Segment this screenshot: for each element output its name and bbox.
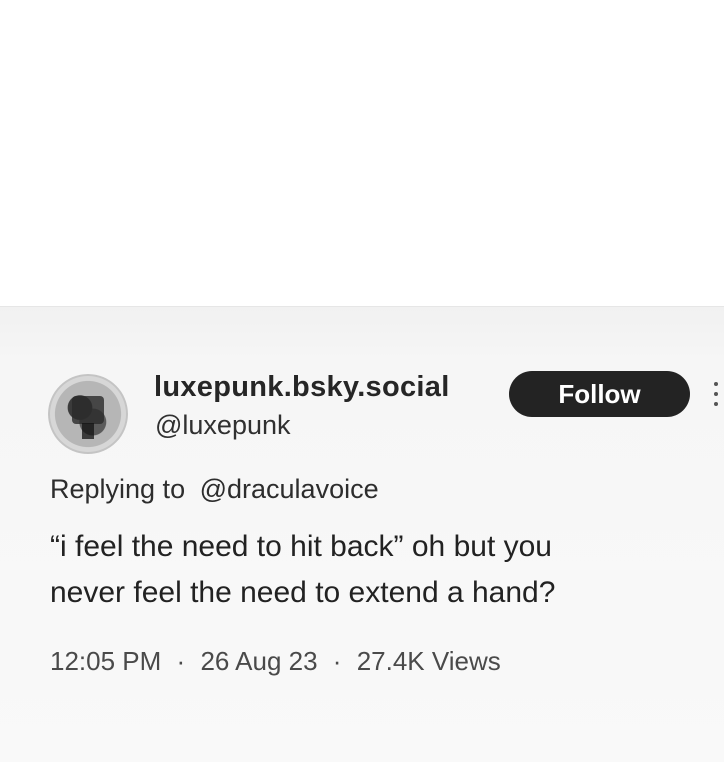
reply-prefix: Replying to [50, 474, 186, 504]
reply-target-link[interactable]: @draculavoice [200, 474, 379, 504]
post-views[interactable]: 27.4K Views [357, 646, 501, 677]
follow-button[interactable]: Follow [509, 371, 690, 417]
post-text-line-1: “i feel the need to hit back” oh but you [50, 530, 552, 563]
post-text: “i feel the need to hit back” oh but you… [50, 524, 710, 616]
post-text-line-2: never feel the need to extend a hand? [50, 576, 556, 609]
user-handle[interactable]: @luxepunk [155, 410, 291, 441]
meta-separator: · [176, 646, 186, 676]
meta-separator: · [332, 646, 342, 676]
post-meta: 12:05 PM · 26 Aug 23 · 27.4K Views [50, 646, 501, 677]
post-time[interactable]: 12:05 PM [50, 646, 161, 677]
display-name[interactable]: luxepunk.bsky.social [154, 371, 450, 404]
reply-context: Replying to @draculavoice [50, 474, 379, 505]
post-date[interactable]: 26 Aug 23 [200, 646, 317, 677]
avatar[interactable] [48, 374, 128, 454]
more-options-icon[interactable] [712, 382, 720, 410]
